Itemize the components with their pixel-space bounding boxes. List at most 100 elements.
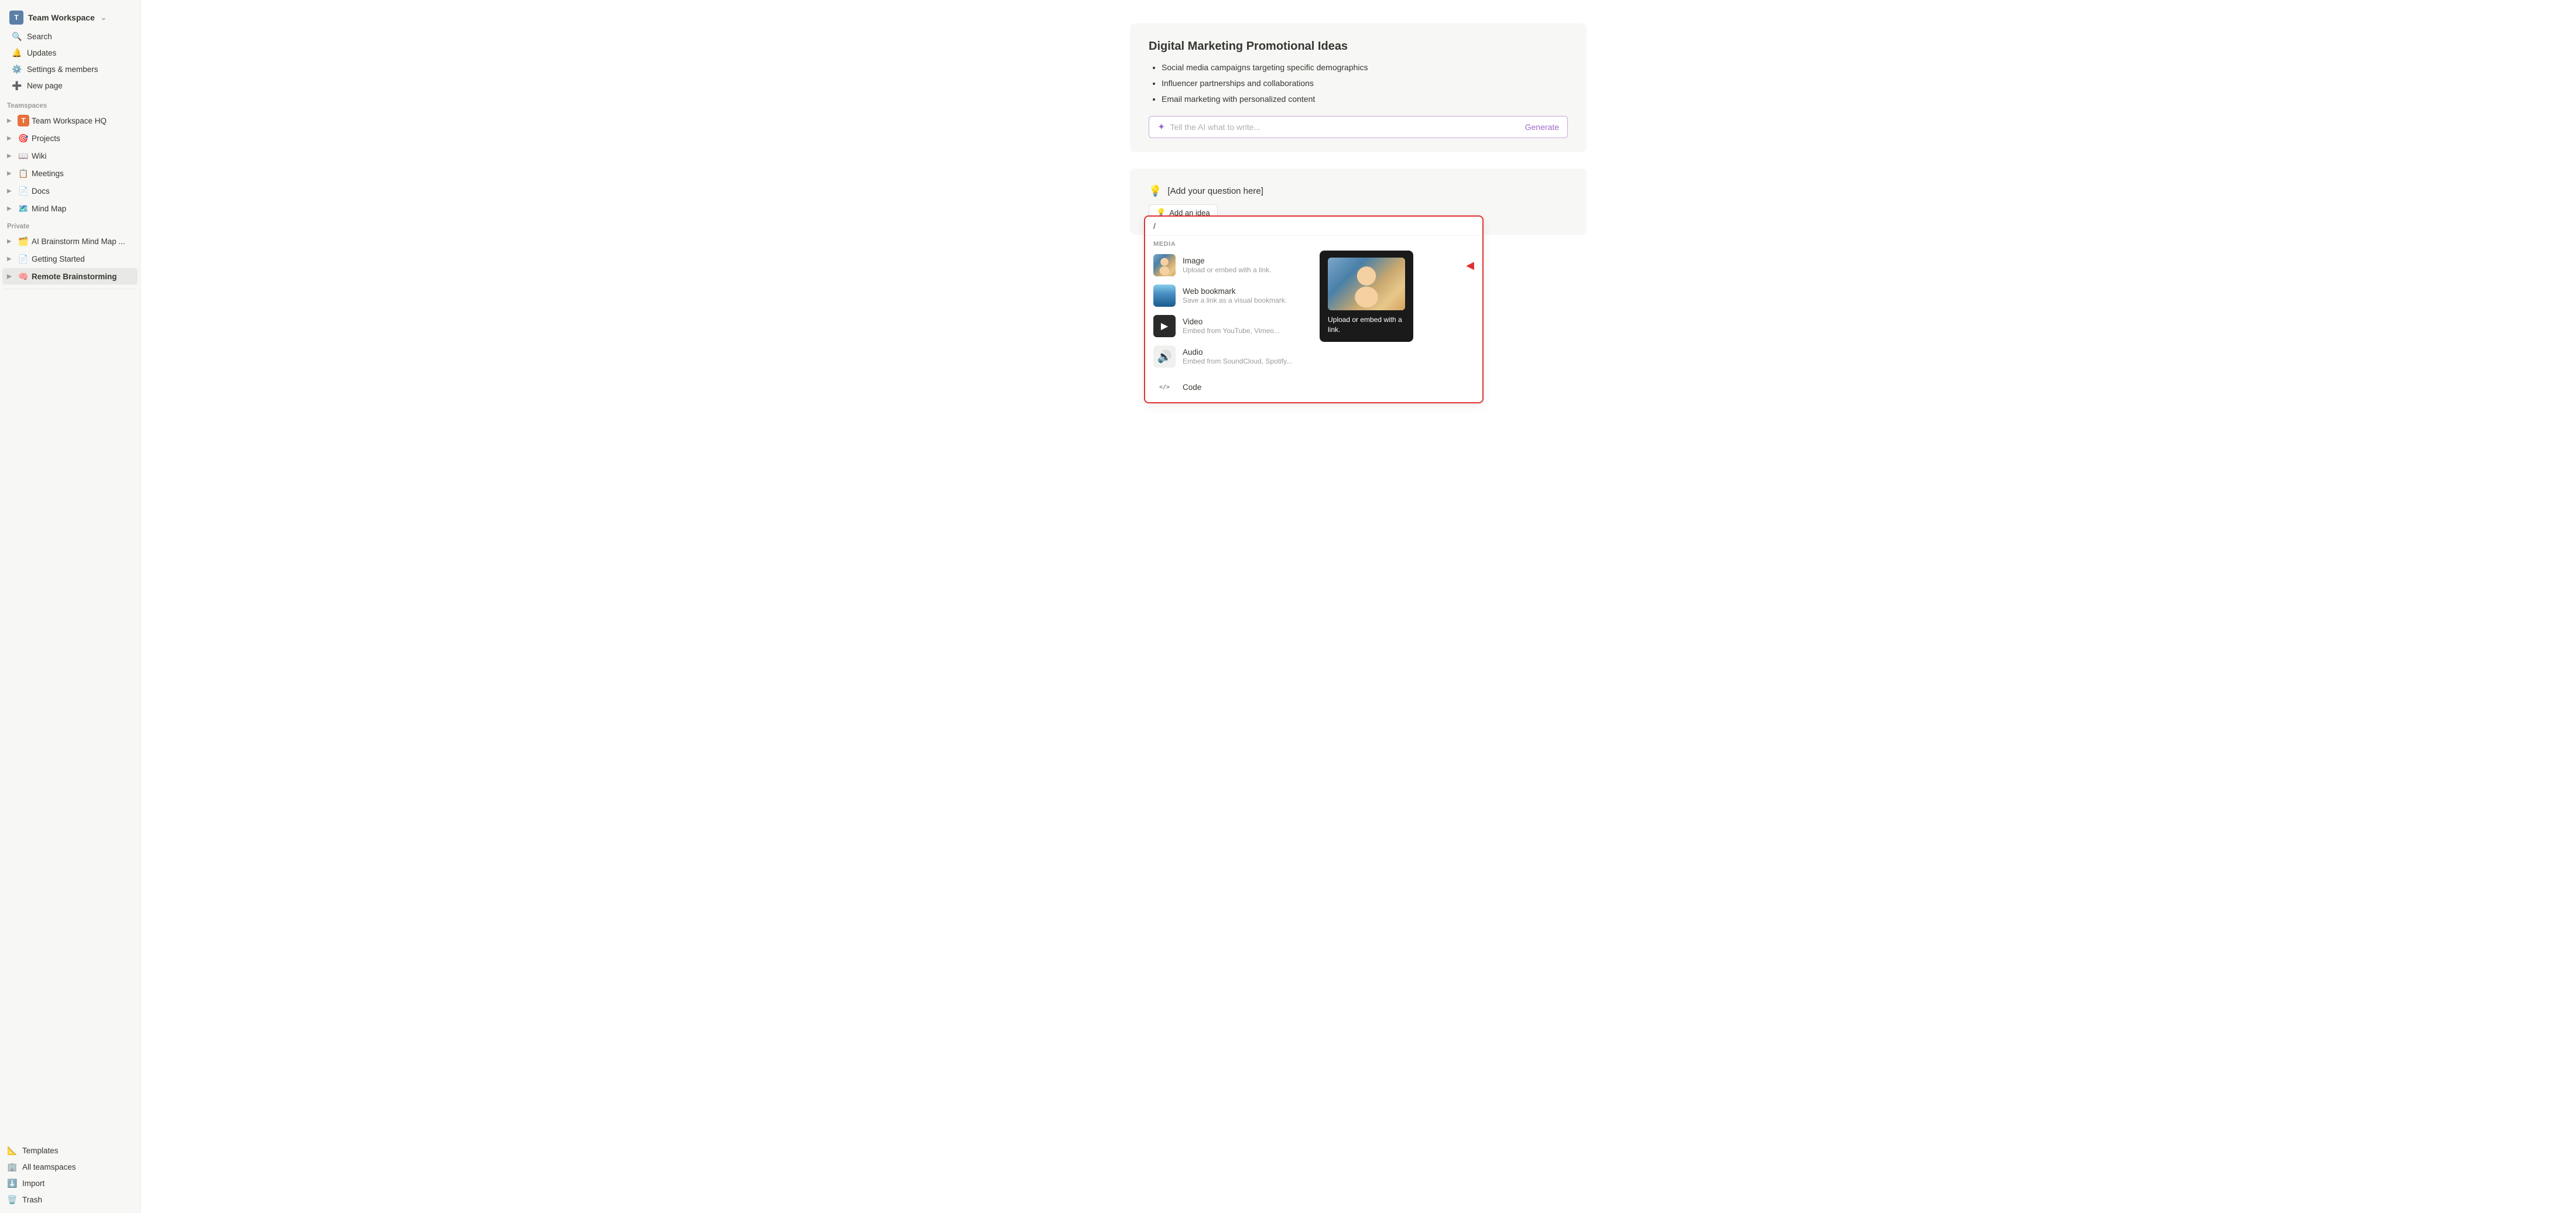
sidebar-item-trash[interactable]: 🗑️ Trash bbox=[2, 1192, 138, 1208]
sidebar-item-mindmap[interactable]: ▶ 🗺️ Mind Map bbox=[2, 200, 138, 217]
chevron-right-icon: ▶ bbox=[7, 238, 15, 245]
sidebar: T Team Workspace ⌄ 🔍 Search 🔔 Updates ⚙️… bbox=[0, 0, 141, 1213]
tooltip-preview-image bbox=[1328, 258, 1405, 310]
docs-label: Docs bbox=[32, 187, 133, 196]
wiki-label: Wiki bbox=[32, 152, 133, 160]
web-bookmark-item-title: Web bookmark bbox=[1183, 287, 1287, 296]
templates-icon: 📐 bbox=[7, 1146, 18, 1156]
slash-section-label: Media bbox=[1145, 236, 1482, 250]
projects-icon: 🎯 bbox=[18, 132, 29, 144]
question-row: 💡 [Add your question here] bbox=[1149, 185, 1568, 197]
slash-input-row[interactable]: / bbox=[1145, 217, 1482, 236]
ai-generate-button[interactable]: Generate bbox=[1525, 122, 1559, 132]
sidebar-item-new-page[interactable]: ➕ New page bbox=[7, 78, 133, 94]
sidebar-item-settings[interactable]: ⚙️ Settings & members bbox=[7, 61, 133, 77]
remote-brainstorm-label: Remote Brainstorming bbox=[32, 272, 133, 281]
sidebar-item-meetings[interactable]: ▶ 📋 Meetings bbox=[2, 165, 138, 181]
hq-icon: T bbox=[18, 115, 29, 126]
meetings-label: Meetings bbox=[32, 169, 133, 178]
new-page-label: New page bbox=[27, 81, 63, 90]
botticelli-artwork-icon bbox=[1328, 258, 1405, 310]
workspace-icon: T bbox=[9, 11, 23, 25]
ai-bullet-1: Social media campaigns targeting specifi… bbox=[1162, 61, 1568, 74]
ai-bullet-2: Influencer partnerships and collaboratio… bbox=[1162, 77, 1568, 90]
settings-label: Settings & members bbox=[27, 65, 98, 74]
chevron-down-icon: ▶ bbox=[7, 273, 15, 280]
ai-input-row[interactable]: ✦ Tell the AI what to write... Generate bbox=[1149, 116, 1568, 138]
workspace-chevron-icon: ⌄ bbox=[101, 13, 107, 22]
sidebar-item-hq[interactable]: ▶ T Team Workspace HQ bbox=[2, 112, 138, 129]
slash-item-code[interactable]: </> Code bbox=[1145, 372, 1482, 402]
arrow-right-icon: ◀ bbox=[1466, 259, 1474, 272]
video-item-text: Video Embed from YouTube, Vimeo... bbox=[1183, 317, 1280, 335]
image-item-desc: Upload or embed with a link. bbox=[1183, 266, 1271, 274]
workspace-header[interactable]: T Team Workspace ⌄ bbox=[5, 7, 135, 28]
audio-item-text: Audio Embed from SoundCloud, Spotify... bbox=[1183, 348, 1292, 365]
meetings-icon: 📋 bbox=[18, 167, 29, 179]
getting-started-icon: 📄 bbox=[18, 253, 29, 265]
ai-card-title: Digital Marketing Promotional Ideas bbox=[1149, 40, 1568, 53]
sidebar-item-updates[interactable]: 🔔 Updates bbox=[7, 45, 133, 61]
image-tooltip: Upload or embed with a link. bbox=[1320, 251, 1413, 342]
web-bookmark-item-desc: Save a link as a visual bookmark. bbox=[1183, 296, 1287, 304]
ai-bullet-3: Email marketing with personalized conten… bbox=[1162, 93, 1568, 105]
ai-card: Digital Marketing Promotional Ideas Soci… bbox=[1130, 23, 1587, 152]
import-icon: ⬇️ bbox=[7, 1178, 18, 1188]
plus-icon: ➕ bbox=[12, 81, 22, 91]
trash-label: Trash bbox=[22, 1195, 42, 1204]
main-content-area: Digital Marketing Promotional Ideas Soci… bbox=[141, 0, 2576, 1213]
audio-thumbnail-icon: 🔊 bbox=[1153, 345, 1176, 368]
trash-icon: 🗑️ bbox=[7, 1195, 18, 1205]
sidebar-item-ai-brainstorm[interactable]: ▶ 🗂️ AI Brainstorm Mind Map ... bbox=[2, 233, 138, 249]
search-label: Search bbox=[27, 32, 52, 41]
slash-item-web-bookmark[interactable]: Web bookmark Save a link as a visual boo… bbox=[1145, 280, 1482, 311]
slash-item-audio[interactable]: 🔊 Audio Embed from SoundCloud, Spotify..… bbox=[1145, 341, 1482, 372]
sidebar-item-import[interactable]: ⬇️ Import bbox=[2, 1176, 138, 1191]
image-item-title: Image bbox=[1183, 256, 1271, 265]
mindmap-icon: 🗺️ bbox=[18, 203, 29, 214]
image-item-text: Image Upload or embed with a link. bbox=[1183, 256, 1271, 274]
slash-item-video[interactable]: ▶ Video Embed from YouTube, Vimeo... bbox=[1145, 311, 1482, 341]
sidebar-item-wiki[interactable]: ▶ 📖 Wiki bbox=[2, 148, 138, 164]
question-text: [Add your question here] bbox=[1167, 186, 1263, 196]
private-section-label: Private bbox=[0, 217, 140, 232]
image-thumbnail-icon bbox=[1153, 254, 1176, 276]
sidebar-item-projects[interactable]: ▶ 🎯 Projects bbox=[2, 130, 138, 146]
teamspaces-section-label: Teamspaces bbox=[0, 97, 140, 112]
chevron-right-icon: ▶ bbox=[7, 153, 15, 159]
hq-label: Team Workspace HQ bbox=[32, 116, 133, 125]
slash-character: / bbox=[1153, 221, 1156, 231]
slash-item-image[interactable]: Image Upload or embed with a link. ◀ bbox=[1145, 250, 1482, 280]
sidebar-item-getting-started[interactable]: ▶ 📄 Getting Started bbox=[2, 251, 138, 267]
sidebar-item-all-teamspaces[interactable]: 🏢 All teamspaces bbox=[2, 1159, 138, 1175]
ai-input-placeholder[interactable]: Tell the AI what to write... bbox=[1170, 122, 1520, 132]
import-label: Import bbox=[22, 1179, 44, 1188]
audio-item-desc: Embed from SoundCloud, Spotify... bbox=[1183, 357, 1292, 365]
all-teamspaces-label: All teamspaces bbox=[22, 1163, 76, 1171]
audio-item-title: Audio bbox=[1183, 348, 1292, 357]
code-brackets-icon: </> bbox=[1153, 376, 1176, 398]
all-teamspaces-icon: 🏢 bbox=[7, 1162, 18, 1172]
projects-label: Projects bbox=[32, 134, 133, 143]
sidebar-item-remote-brainstorm[interactable]: ▶ 🧠 Remote Brainstorming bbox=[2, 268, 138, 285]
bulb-icon: 💡 bbox=[1149, 185, 1162, 197]
web-bookmark-item-text: Web bookmark Save a link as a visual boo… bbox=[1183, 287, 1287, 304]
sidebar-item-templates[interactable]: 📐 Templates bbox=[2, 1143, 138, 1159]
chevron-right-icon: ▶ bbox=[7, 135, 15, 142]
wiki-icon: 📖 bbox=[18, 150, 29, 162]
chevron-right-icon: ▶ bbox=[7, 170, 15, 177]
remote-brainstorm-icon: 🧠 bbox=[18, 270, 29, 282]
speaker-icon: 🔊 bbox=[1153, 345, 1176, 368]
sidebar-item-search[interactable]: 🔍 Search bbox=[7, 29, 133, 44]
chevron-right-icon: ▶ bbox=[7, 256, 15, 262]
ai-card-bullet-list: Social media campaigns targeting specifi… bbox=[1149, 61, 1568, 105]
ai-star-icon: ✦ bbox=[1157, 121, 1165, 133]
ai-brainstorm-icon: 🗂️ bbox=[18, 235, 29, 247]
chevron-right-icon: ▶ bbox=[7, 205, 15, 212]
code-item-text: Code bbox=[1183, 383, 1201, 392]
video-thumbnail-icon: ▶ bbox=[1153, 315, 1176, 337]
play-icon: ▶ bbox=[1153, 315, 1176, 337]
chevron-down-icon: ▶ bbox=[7, 118, 15, 124]
sidebar-item-docs[interactable]: ▶ 📄 Docs bbox=[2, 183, 138, 199]
ai-brainstorm-label: AI Brainstorm Mind Map ... bbox=[32, 237, 133, 246]
